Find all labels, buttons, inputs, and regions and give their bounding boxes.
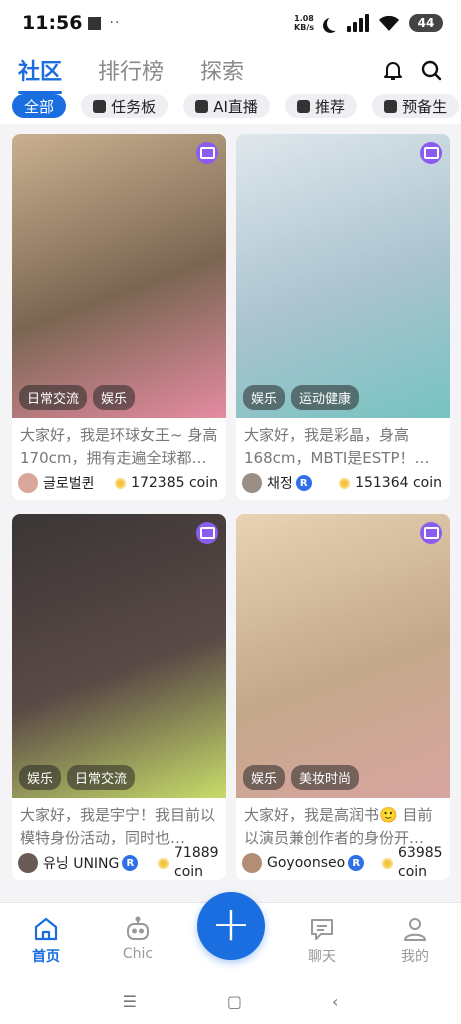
avatar[interactable] [242, 853, 262, 873]
post-photo[interactable]: 日常交流 娱乐 [12, 134, 226, 418]
message-badge-icon [196, 522, 218, 544]
post-tag: 美妆时尚 [291, 765, 360, 790]
task-board-icon [93, 99, 107, 113]
category-chips: 全部 任务板 AI直播 推荐 预备生 [0, 94, 461, 124]
top-tabs: 社区 排行榜 探索 [0, 46, 461, 94]
post-card[interactable]: 娱乐 运动健康 大家好，我是彩晶，身高168cm，MBTI是ESTP！… 채정 … [236, 134, 450, 500]
robot-icon [127, 916, 149, 940]
coin-count: 151364 coin [355, 475, 442, 491]
plus-icon: + [210, 896, 252, 952]
post-photo[interactable]: 娱乐 运动健康 [236, 134, 450, 418]
post-photo[interactable]: 娱乐 日常交流 [12, 514, 226, 798]
coin-count: 71889 coin [174, 845, 219, 880]
home-icon [34, 917, 58, 941]
post-text: 大家好，我是环球女王~ 身高170cm，拥有走遍全球都… [20, 426, 218, 467]
chat-icon [311, 919, 333, 940]
star-icon [297, 99, 310, 113]
network-speed: 1.08 KB/s [294, 14, 314, 32]
signal-icon [347, 14, 369, 32]
username[interactable]: Goyoonseo [267, 855, 345, 871]
verified-icon: R [348, 855, 365, 871]
post-text: 大家好，我是宇宁！我目前以模特身份活动，同时也… [20, 806, 216, 847]
home-button-icon[interactable]: ▢ [227, 992, 242, 1011]
nav-chat[interactable]: 聊天 [292, 915, 352, 966]
post-tag: 日常交流 [19, 385, 88, 410]
coin-icon [382, 857, 393, 869]
post-card[interactable]: 日常交流 娱乐 大家好，我是环球女王~ 身高170cm，拥有走遍全球都… 글로벌… [12, 134, 226, 500]
coin-icon [115, 477, 127, 489]
post-text: 大家好，我是彩晶，身高168cm，MBTI是ESTP！… [244, 426, 430, 467]
notification-icon [88, 16, 102, 30]
verified-icon: R [122, 855, 139, 871]
username[interactable]: 채정 [267, 473, 293, 493]
recent-apps-icon[interactable]: ☰ [123, 992, 137, 1011]
message-badge-icon [420, 522, 442, 544]
more-notifications-icon: ·· [109, 15, 121, 31]
coin-count: 172385 coin [131, 475, 218, 491]
post-tag: 运动健康 [291, 385, 360, 410]
post-tag: 娱乐 [19, 765, 62, 790]
trainee-icon [384, 99, 398, 113]
post-card[interactable]: 娱乐 美妆时尚 大家好，我是高润书🙂 目前以演员兼创作者的身份开… Goyoon… [236, 514, 450, 880]
chip-trainee[interactable]: 预备生 [372, 94, 460, 118]
post-tag: 日常交流 [67, 765, 136, 790]
avatar[interactable] [242, 473, 262, 493]
coin-icon [339, 477, 351, 489]
nav-chic[interactable]: Chic [108, 915, 168, 962]
nav-me[interactable]: 我的 [385, 915, 445, 966]
verified-icon: R [295, 475, 312, 491]
chip-task-board[interactable]: 任务板 [81, 94, 169, 118]
create-post-button[interactable]: + [197, 892, 265, 960]
post-card[interactable]: 娱乐 日常交流 大家好，我是宇宁！我目前以模特身份活动，同时也… 유닝 UNIN… [12, 514, 226, 880]
bell-icon[interactable] [381, 58, 405, 82]
username[interactable]: 글로벌퀸 [43, 473, 95, 493]
avatar[interactable] [18, 473, 38, 493]
wifi-icon [378, 15, 400, 31]
coin-count: 63985 coin [398, 845, 443, 880]
post-tag: 娱乐 [93, 385, 136, 410]
post-text: 大家好，我是高润书🙂 目前以演员兼创作者的身份开… [244, 806, 433, 847]
ai-live-icon [195, 99, 209, 113]
back-icon[interactable]: ‹ [332, 992, 338, 1011]
search-icon[interactable] [419, 58, 443, 82]
tab-ranking[interactable]: 排行榜 [98, 54, 164, 86]
status-time: 11:56 [22, 12, 83, 34]
chip-ai-live[interactable]: AI直播 [183, 94, 270, 118]
do-not-disturb-icon [327, 16, 342, 31]
battery-icon: 44 [409, 14, 443, 32]
post-tag: 娱乐 [243, 765, 286, 790]
chip-all[interactable]: 全部 [12, 94, 67, 118]
post-photo[interactable]: 娱乐 美妆时尚 [236, 514, 450, 798]
message-badge-icon [196, 142, 218, 164]
chip-recommend[interactable]: 推荐 [285, 94, 358, 118]
post-tag: 娱乐 [243, 385, 286, 410]
status-bar: 11:56 ·· 1.08 KB/s 44 [0, 0, 461, 46]
coin-icon [158, 857, 169, 869]
profile-icon [404, 918, 426, 941]
tab-community[interactable]: 社区 [18, 54, 63, 94]
message-badge-icon [420, 142, 442, 164]
tab-explore[interactable]: 探索 [200, 54, 244, 86]
username[interactable]: 유닝 UNING [43, 853, 119, 873]
system-nav: ☰ ▢ ‹ [0, 978, 461, 1024]
nav-home[interactable]: 首页 [16, 915, 76, 966]
avatar[interactable] [18, 853, 38, 873]
